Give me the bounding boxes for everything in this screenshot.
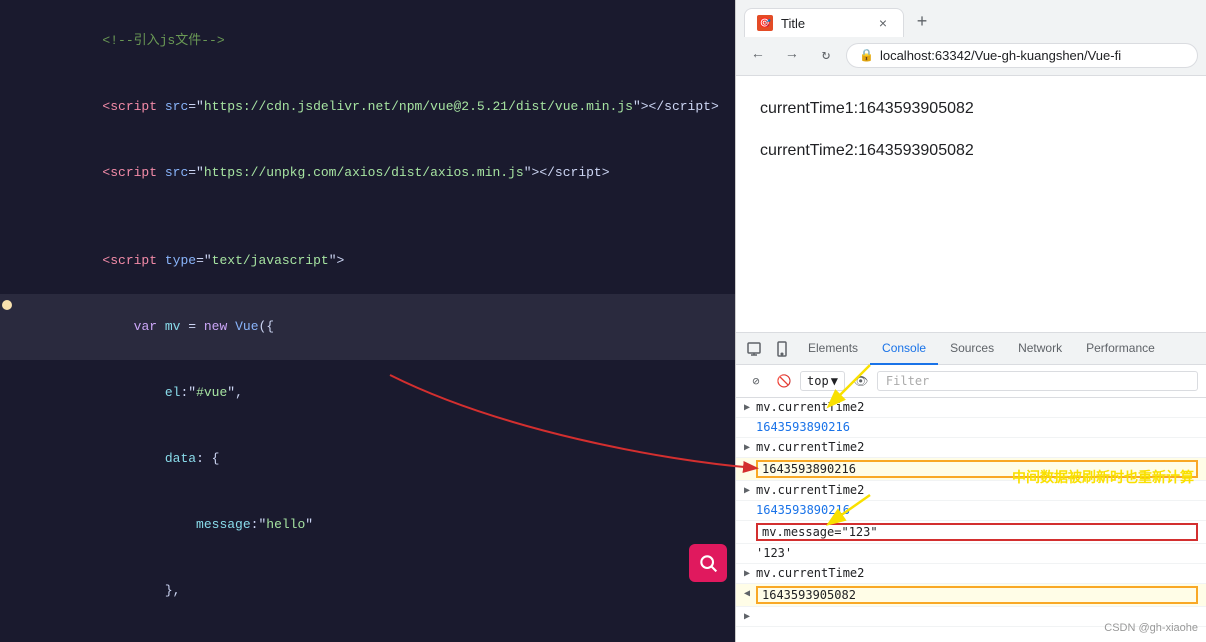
tab-favicon: 🎯 [757,15,773,31]
browser-tabs: 🎯 Title × + [736,0,1206,37]
address-bar[interactable]: 🔒 localhost:63342/Vue-gh-kuangshen/Vue-f… [846,43,1198,68]
devtools-panel: Elements Console Sources Network Perform… [736,332,1206,642]
forward-button[interactable]: → [778,41,806,69]
code-line-8: message:"hello" [0,492,735,558]
tab-title: Title [781,16,805,31]
console-row-7: mv.message="123" [736,521,1206,544]
refresh-button[interactable]: ↻ [812,41,840,69]
line-content-3: <script src="https://unpkg.com/axios/dis… [32,140,727,206]
console-text-1: mv.currentTime2 [756,400,1198,414]
code-line-5: var mv = new Vue({ [0,294,735,360]
new-tab-button[interactable]: + [908,9,936,37]
expand-arrow-9[interactable]: ▶ [744,568,756,579]
no-arrow-6 [744,505,756,516]
code-area: <!--引入js文件--> <script src="https://cdn.j… [0,0,735,642]
breakpoint-indicator [2,300,12,310]
code-line-6: el:"#vue", [0,360,735,426]
code-line-10: methods:{ [0,624,735,642]
line-content-1: <!--引入js文件--> [32,8,727,74]
code-line-2: <script src="https://cdn.jsdelivr.net/np… [0,74,735,140]
browser-tab[interactable]: 🎯 Title × [744,8,904,37]
collapse-arrow-4[interactable]: ◀ [744,462,756,473]
console-row-5: ▶ mv.currentTime2 [736,481,1206,501]
console-output: ▶ mv.currentTime2 1643593890216 ▶ mv.cur… [736,398,1206,642]
lock-icon: 🔒 [859,48,874,62]
code-line-4: <script type="text/javascript"> [0,228,735,294]
no-arrow-8 [744,548,756,559]
filter-placeholder: Filter [886,374,929,388]
console-row-1: ▶ mv.currentTime2 [736,398,1206,418]
tab-close-button[interactable]: × [875,15,891,31]
devtools-tab-performance[interactable]: Performance [1074,333,1167,365]
console-row-9: ▶ mv.currentTime2 [736,564,1206,584]
browser-toolbar: ← → ↻ 🔒 localhost:63342/Vue-gh-kuangshen… [736,37,1206,75]
devtools-tab-network[interactable]: Network [1006,333,1074,365]
console-row-10: ◀ 1643593905082 [736,584,1206,607]
collapse-arrow-10[interactable]: ◀ [744,588,756,599]
context-select[interactable]: top ▼ [800,371,845,391]
attr-span-2: src [165,99,188,114]
current-time-2: currentTime2:1643593905082 [760,138,1182,164]
devtools-device-btn[interactable] [768,335,796,363]
devtools-tab-sources[interactable]: Sources [938,333,1006,365]
eye-btn[interactable]: 👁 [849,369,873,393]
devtools-tab-console[interactable]: Console [870,333,938,365]
console-row-4: ◀ 1643593890216 [736,458,1206,481]
browser-chrome: 🎯 Title × + ← → ↻ 🔒 localhost:63342/Vue-… [736,0,1206,76]
expand-arrow-5[interactable]: ▶ [744,485,756,496]
browser-panel: 🎯 Title × + ← → ↻ 🔒 localhost:63342/Vue-… [735,0,1206,642]
tab-network-label: Network [1018,341,1062,355]
browser-page: currentTime1:1643593905082 currentTime2:… [736,76,1206,332]
console-toolbar: ⊘ 🚫 top ▼ 👁 Filter [736,365,1206,398]
current-time-1: currentTime1:1643593905082 [760,96,1182,122]
tab-performance-label: Performance [1086,341,1155,355]
filter-btn[interactable]: 🚫 [772,369,796,393]
console-text-6: 1643593890216 [756,503,1198,517]
tab-sources-label: Sources [950,341,994,355]
context-dropdown-icon: ▼ [831,374,838,388]
csdn-watermark: CSDN @gh-xiaohe [1104,622,1198,634]
console-text-2: 1643593890216 [756,420,1198,434]
search-button[interactable] [689,544,727,582]
back-button[interactable]: ← [744,41,772,69]
tab-elements-label: Elements [808,341,858,355]
code-line-1: <!--引入js文件--> [0,8,735,74]
console-row-6: 1643593890216 [736,501,1206,521]
no-arrow-2 [744,422,756,433]
expand-arrow-11[interactable]: ▶ [744,611,756,622]
context-label: top [807,374,829,388]
console-row-3: ▶ mv.currentTime2 [736,438,1206,458]
console-text-5: mv.currentTime2 [756,483,1198,497]
expand-arrow-3[interactable]: ▶ [744,442,756,453]
console-text-4: 1643593890216 [756,460,1198,478]
comment-span: <!--引入js文件--> [102,33,224,48]
code-line-blank1 [0,206,735,228]
console-text-8: '123' [756,546,1198,560]
console-text-9: mv.currentTime2 [756,566,1198,580]
code-panel: <!--引入js文件--> <script src="https://cdn.j… [0,0,735,642]
console-text-10: 1643593905082 [756,586,1198,604]
console-text-7: mv.message="123" [756,523,1198,541]
no-arrow-7 [744,525,756,536]
devtools-tabs: Elements Console Sources Network Perform… [736,333,1206,365]
filter-input[interactable]: Filter [877,371,1198,391]
clear-console-btn[interactable]: ⊘ [744,369,768,393]
line-content-2: <script src="https://cdn.jsdelivr.net/np… [32,74,727,140]
devtools-inspect-btn[interactable] [740,335,768,363]
code-line-3: <script src="https://unpkg.com/axios/dis… [0,140,735,206]
tab-console-label: Console [882,341,926,355]
address-text: localhost:63342/Vue-gh-kuangshen/Vue-fi [880,48,1121,63]
expand-arrow-1[interactable]: ▶ [744,402,756,413]
code-line-7: data: { [0,426,735,492]
tag-span-2: <script [102,99,164,114]
search-icon [698,553,718,573]
console-row-8: '123' [736,544,1206,564]
console-text-3: mv.currentTime2 [756,440,1198,454]
console-row-2: 1643593890216 [736,418,1206,438]
devtools-tab-elements[interactable]: Elements [796,333,870,365]
code-line-9: }, [0,558,735,624]
